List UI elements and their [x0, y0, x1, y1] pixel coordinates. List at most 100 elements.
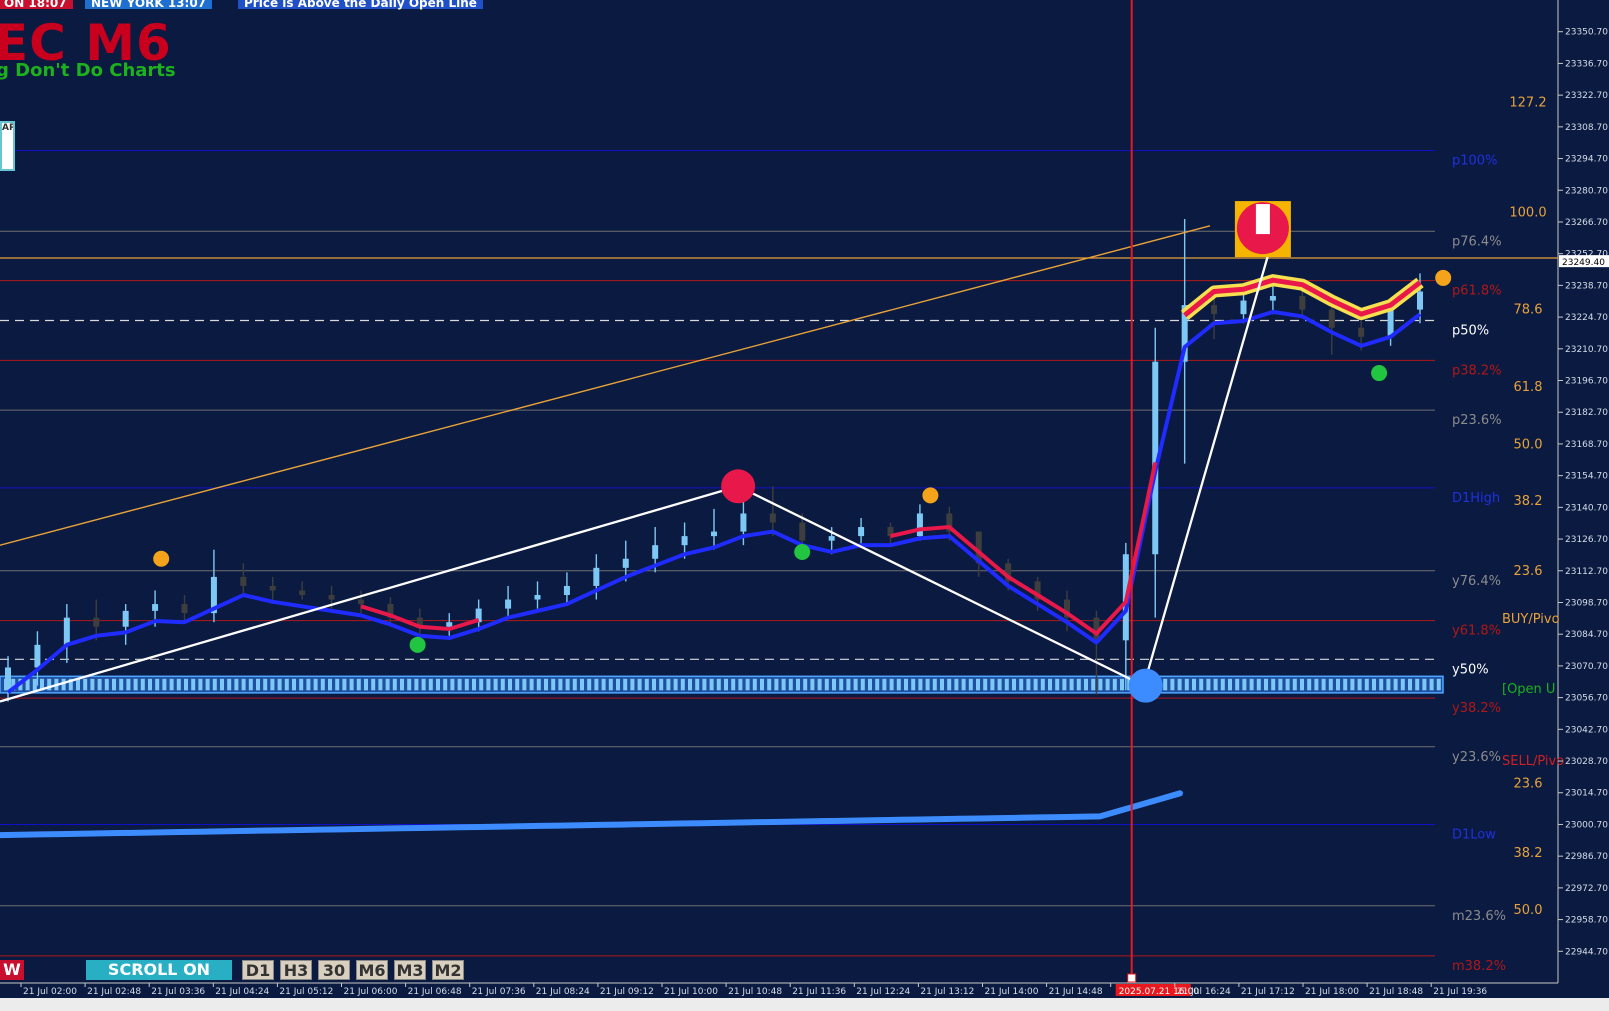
- candle-body-2: [63, 617, 70, 645]
- daily-open-band-cell: [947, 678, 952, 691]
- daily-open-band-cell: [860, 678, 865, 691]
- tf-m3-button[interactable]: M3: [394, 960, 426, 980]
- daily-open-band-cell: [968, 678, 973, 691]
- time-tick-label-6: 21 Jul 06:48: [408, 987, 462, 997]
- daily-open-band-cell: [508, 678, 512, 691]
- tf-30-button[interactable]: 30: [318, 960, 350, 980]
- tf-d1-button[interactable]: D1: [242, 960, 274, 980]
- daily-open-band-cell: [1213, 678, 1218, 691]
- side-text-2: SELL/Pivo: [1502, 754, 1564, 769]
- price-tick-label-16: 23126.70: [1565, 535, 1608, 545]
- candle-body-44: [1299, 296, 1306, 310]
- daily-open-band-cell: [299, 678, 304, 691]
- price-tick-label-22: 23042.70: [1565, 725, 1608, 735]
- daily-open-band-cell: [248, 678, 253, 691]
- daily-open-band-cell: [457, 678, 462, 691]
- daily-open-band-cell: [1199, 678, 1204, 691]
- daily-open-band-cell: [637, 678, 642, 691]
- candle-body-27: [799, 522, 806, 541]
- daily-open-band-cell: [191, 678, 196, 691]
- daily-open-band-cell: [551, 678, 556, 691]
- candle-body-5: [152, 604, 159, 611]
- signal-dot-4: [922, 487, 939, 504]
- daily-open-band-cell: [515, 678, 520, 691]
- daily-open-band-cell: [666, 678, 671, 691]
- time-tick-label-16: 21 Jul 14:48: [1049, 987, 1103, 997]
- daily-open-band-cell: [486, 678, 491, 691]
- daily-open-band-cell: [112, 678, 116, 691]
- candle-body-45: [1328, 309, 1335, 328]
- daily-open-band-cell: [1105, 678, 1110, 691]
- daily-open-band-cell: [148, 678, 152, 691]
- daily-open-band-cell: [335, 678, 340, 691]
- price-tick-label-24: 23014.70: [1565, 789, 1608, 799]
- level-label-3: p50%: [1452, 323, 1489, 338]
- daily-open-band-cell: [306, 678, 311, 691]
- daily-open-band-cell: [925, 678, 930, 691]
- price-tick-label-2: 23322.70: [1565, 91, 1608, 101]
- daily-open-band-cell: [479, 678, 484, 691]
- signal-dot-1: [409, 636, 426, 653]
- fib-ratio-label-4: 50.0: [1514, 437, 1543, 452]
- daily-open-band-cell: [119, 678, 124, 691]
- tf-h3-button[interactable]: H3: [280, 960, 312, 980]
- time-tick-label-14: 21 Jul 13:12: [920, 987, 974, 997]
- price-tick-label-26: 22986.70: [1565, 852, 1608, 862]
- signal-dot-0: [153, 550, 170, 567]
- time-tick-label-8: 21 Jul 08:24: [536, 987, 590, 997]
- daily-open-band-cell: [882, 678, 887, 691]
- scroll-on-button[interactable]: SCROLL ON: [86, 960, 232, 980]
- daily-open-band-cell: [1220, 678, 1225, 691]
- time-tick-label-2: 21 Jul 03:36: [151, 987, 205, 997]
- daily-open-band-cell: [1033, 678, 1038, 691]
- daily-open-band-cell: [752, 678, 757, 691]
- signal-dot-6: [1435, 269, 1452, 286]
- logo-box[interactable]: AP: [0, 121, 15, 171]
- fib-ratio-label-3: 61.8: [1514, 380, 1543, 395]
- daily-open-band-cell: [83, 678, 88, 691]
- level-label-7: y76.4%: [1452, 574, 1501, 589]
- time-tick-label-1: 21 Jul 02:48: [87, 987, 141, 997]
- fib-ratio-label-1: 100.0: [1509, 206, 1546, 221]
- daily-open-band-cell: [745, 678, 750, 691]
- daily-open-band-cell: [1069, 678, 1074, 691]
- price-chart[interactable]: p100% p76.4% p61.8% p50% p38.2% p23.6% D1High y…: [0, 0, 1609, 1011]
- daily-open-band-cell: [414, 678, 419, 691]
- time-tick-label-19: 21 Jul 17:12: [1241, 987, 1295, 997]
- price-tick-label-27: 22972.70: [1565, 884, 1608, 894]
- candle-body-17: [505, 599, 512, 609]
- daily-open-band-cell: [644, 678, 649, 691]
- level-label-12: D1Low: [1452, 827, 1496, 842]
- daily-open-band-cell: [587, 678, 592, 691]
- daily-open-band-cell: [371, 678, 376, 691]
- level-label-2: p61.8%: [1452, 284, 1502, 299]
- daily-open-band-cell: [803, 678, 808, 691]
- fib-ratio-label-6: 23.6: [1514, 564, 1543, 579]
- daily-open-band-cell: [875, 678, 880, 691]
- daily-open-band-cell: [292, 678, 296, 691]
- price-tick-label-14: 23154.70: [1565, 472, 1608, 482]
- daily-open-band-cell: [270, 678, 275, 691]
- w-button[interactable]: W: [0, 960, 24, 980]
- daily-open-band-cell: [594, 678, 599, 691]
- daily-open-band-cell: [1040, 678, 1045, 691]
- daily-open-band-cell: [176, 678, 181, 691]
- daily-open-band-cell: [392, 678, 397, 691]
- daily-open-band-cell: [673, 678, 678, 691]
- signal-dot-5: [1128, 668, 1163, 703]
- daily-open-band-cell: [1091, 678, 1096, 691]
- daily-open-band-cell: [954, 678, 959, 691]
- daily-open-band-cell: [126, 678, 131, 691]
- time-tick-label-7: 21 Jul 07:36: [472, 987, 526, 997]
- tf-m6-button[interactable]: M6: [356, 960, 388, 980]
- candle-body-42: [1240, 300, 1247, 315]
- daily-open-band-cell: [1436, 678, 1441, 691]
- price-tick-label-8: 23238.70: [1565, 281, 1608, 291]
- daily-open-band-cell: [241, 678, 246, 691]
- tf-m2-button[interactable]: M2: [432, 960, 464, 980]
- candle-body-9: [269, 585, 276, 591]
- price-tick-label-15: 23140.70: [1565, 503, 1608, 513]
- daily-open-band-cell: [385, 678, 390, 691]
- time-tick-label-15: 21 Jul 14:00: [985, 987, 1039, 997]
- daily-open-band-cell: [1379, 678, 1384, 691]
